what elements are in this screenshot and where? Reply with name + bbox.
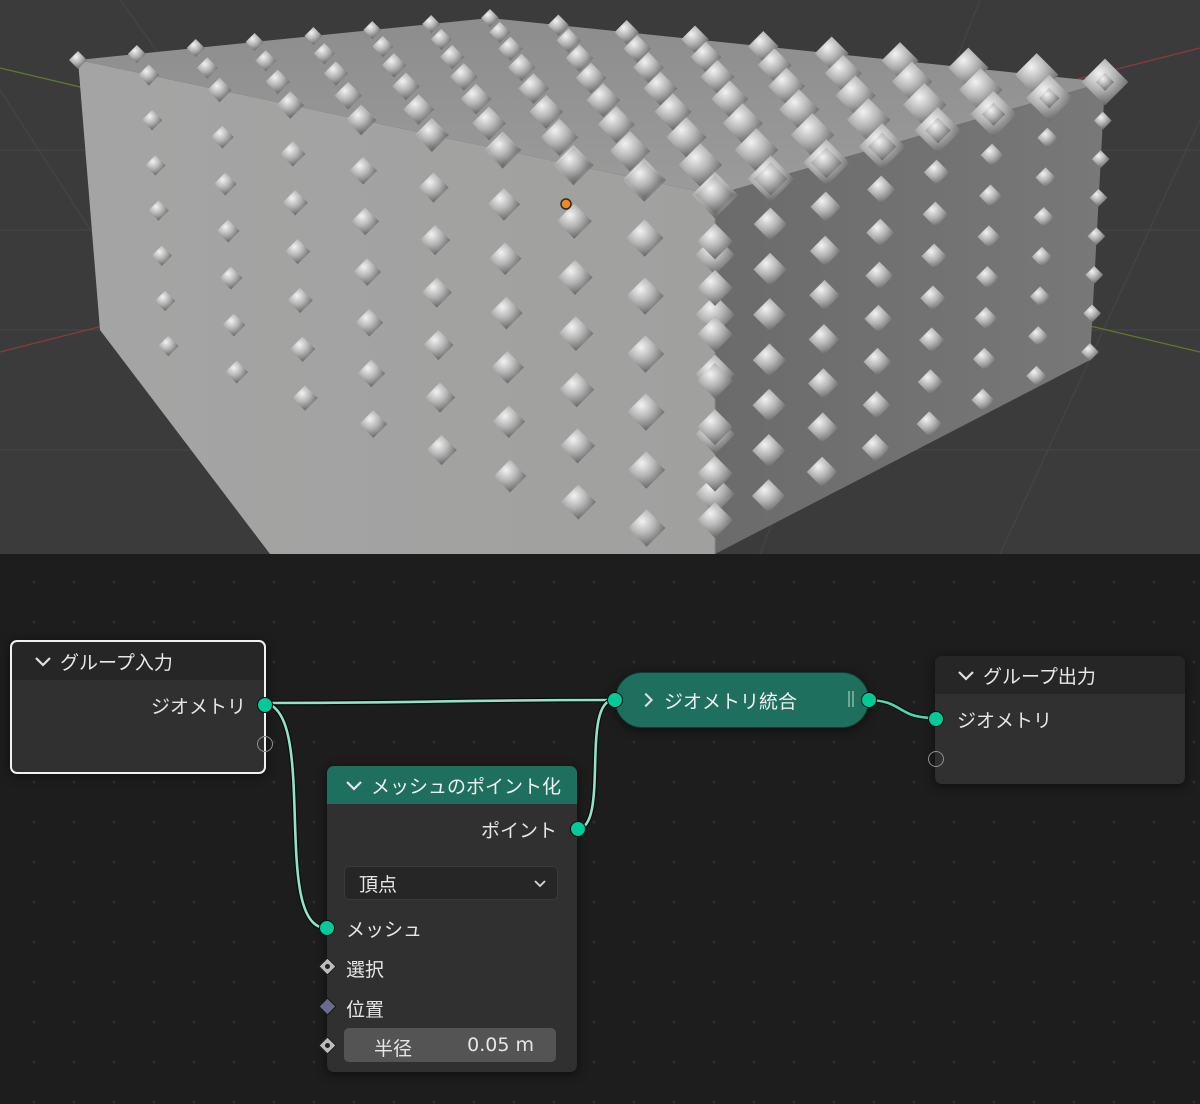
mesh-to-points-header[interactable]: メッシュのポイント化 — [327, 766, 577, 804]
group-input-geometry-socket[interactable] — [257, 697, 273, 713]
position-label: 位置 — [346, 999, 385, 1021]
group-input-geometry-label: ジオメトリ — [150, 696, 246, 718]
mode-dropdown[interactable]: 頂点 — [344, 866, 558, 900]
viewport-scene — [0, 0, 1200, 554]
group-input-header[interactable]: グループ入力 — [12, 642, 264, 680]
mesh-input-socket[interactable] — [319, 920, 335, 936]
chevron-down-icon[interactable] — [955, 664, 977, 686]
grip-icon — [848, 691, 854, 707]
group-output-node[interactable]: グループ出力 ジオメトリ — [928, 656, 1185, 784]
group-output-empty-socket[interactable] — [928, 751, 944, 767]
origin-dot — [560, 198, 572, 210]
group-output-geometry-label: ジオメトリ — [957, 710, 1053, 732]
group-input-empty-socket[interactable] — [257, 736, 273, 752]
join-geometry-header[interactable]: ジオメトリ統合 — [616, 673, 868, 727]
chevron-down-icon[interactable] — [32, 650, 54, 672]
chevron-down-icon[interactable] — [343, 774, 365, 796]
group-input-node[interactable]: グループ入力 ジオメトリ — [10, 640, 273, 774]
group-input-title: グループ入力 — [60, 651, 173, 674]
radius-field[interactable]: 半径 0.05 m — [344, 1028, 556, 1062]
mesh-to-points-title: メッシュのポイント化 — [371, 775, 562, 798]
group-output-title: グループ出力 — [983, 665, 1096, 688]
selection-label: 選択 — [346, 959, 385, 981]
3d-viewport[interactable] — [0, 0, 1200, 554]
node-links — [259, 697, 938, 931]
join-geometry-title: ジオメトリ統合 — [664, 690, 798, 713]
chevron-right-icon[interactable] — [638, 689, 658, 711]
radius-value: 0.05 m — [467, 1034, 534, 1056]
group-output-geometry-socket[interactable] — [928, 711, 944, 727]
join-geometry-node[interactable]: ジオメトリ統合 — [607, 672, 877, 728]
chevron-down-icon — [534, 880, 546, 888]
node-editor[interactable]: グループ入力 ジオメトリ ジオメトリ統合 グループ出力 ジオメトリ メッシュのポ… — [0, 554, 1200, 1104]
group-output-header[interactable]: グループ出力 — [935, 656, 1185, 694]
radius-label: 半径 — [374, 1038, 413, 1060]
join-geometry-input-socket[interactable] — [607, 692, 623, 708]
join-geometry-output-socket[interactable] — [861, 692, 877, 708]
points-output-label: ポイント — [480, 820, 557, 842]
mesh-to-points-node[interactable]: メッシュのポイント化 ポイント 頂点 メッシュ 選択 位置 半径 0.05 m — [318, 766, 586, 1072]
points-output-socket[interactable] — [570, 821, 586, 837]
mesh-input-label: メッシュ — [346, 919, 423, 941]
mode-dropdown-value: 頂点 — [359, 873, 398, 896]
